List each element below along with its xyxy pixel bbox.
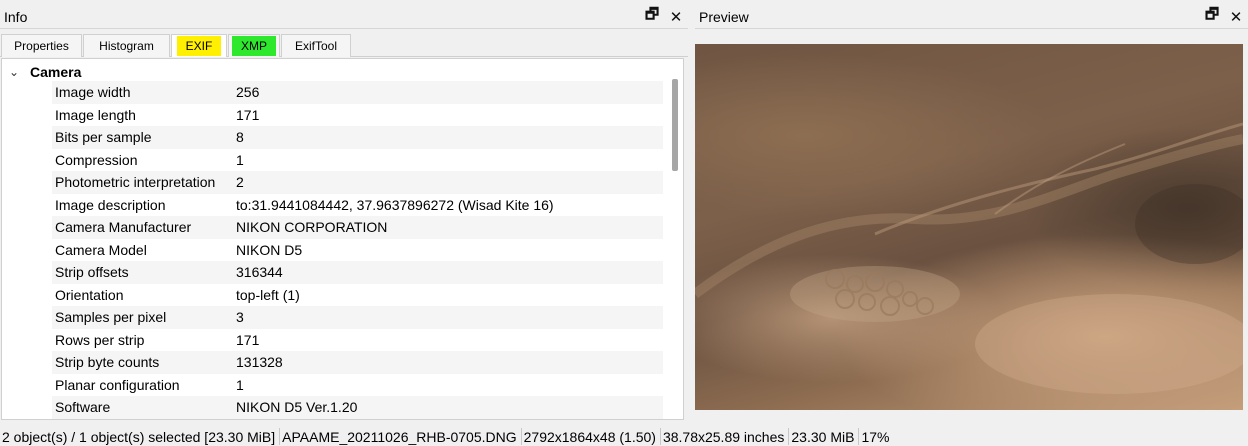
property-value: 171: [236, 331, 260, 348]
status-print-size: 38.78x25.89 inches: [661, 428, 790, 445]
table-row[interactable]: Orientation top-left (1): [52, 284, 663, 307]
tab-label: Histogram: [99, 39, 154, 53]
close-icon[interactable]: ✕: [1224, 6, 1248, 28]
table-row[interactable]: Strip offsets 316344: [52, 261, 663, 284]
table-row[interactable]: Planar configuration 1: [52, 374, 663, 397]
tab-label: Properties: [14, 39, 69, 53]
tab-exiftool[interactable]: ExifTool: [281, 34, 351, 57]
status-file-size: 23.30 MiB: [789, 428, 860, 445]
scrollbar-thumb[interactable]: [672, 79, 678, 171]
info-panel-title: Info: [4, 8, 28, 25]
property-value: 171: [236, 106, 260, 123]
property-value: NIKON D5: [236, 241, 303, 258]
property-key: Strip offsets: [55, 264, 129, 281]
table-row[interactable]: Bits per sample 8: [52, 126, 663, 149]
vertical-scrollbar[interactable]: [669, 59, 683, 419]
property-value: 2: [236, 174, 244, 191]
close-icon[interactable]: ✕: [664, 6, 688, 28]
table-row[interactable]: Camera Manufacturer NIKON CORPORATION: [52, 216, 663, 239]
status-filename: APAAME_20211026_RHB-0705.DNG: [280, 428, 522, 445]
table-row[interactable]: Image description to:31.9441084442, 37.96…: [52, 194, 663, 217]
table-row[interactable]: Strip byte counts 131328: [52, 351, 663, 374]
property-key: Bits per sample: [55, 129, 152, 146]
property-value: 256: [236, 84, 260, 101]
property-value: 131328: [236, 354, 283, 371]
tab-exif[interactable]: EXIF: [171, 34, 227, 57]
status-bar: 2 object(s) / 1 object(s) selected [23.3…: [0, 427, 1248, 446]
group-row-camera[interactable]: ⌄ Camera: [2, 61, 81, 83]
property-value: to:31.9441084442, 37.9637896272 (Wisad K…: [236, 196, 554, 213]
tab-xmp[interactable]: XMP: [228, 34, 280, 57]
tab-label: XMP: [231, 36, 276, 56]
property-key: Camera Model: [55, 241, 147, 258]
preview-image: [695, 44, 1243, 410]
tab-label: EXIF: [176, 36, 222, 56]
property-key: Image description: [55, 196, 166, 213]
table-row[interactable]: Compression 1: [52, 149, 663, 172]
tab-properties[interactable]: Properties: [1, 34, 82, 57]
status-dimensions: 2792x1864x48 (1.50): [522, 428, 661, 445]
table-row[interactable]: Samples per pixel 3: [52, 306, 663, 329]
exif-tree-view[interactable]: ⌄ Camera Image width 256 Image length 171 Bi…: [1, 58, 684, 420]
preview-panel-header: Preview 🗗 ✕: [695, 5, 1248, 29]
aerial-desert-image: [695, 122, 1243, 394]
property-value: 8: [236, 129, 244, 146]
table-row[interactable]: Image length 171: [52, 104, 663, 127]
status-selection: 2 object(s) / 1 object(s) selected [23.3…: [0, 428, 281, 445]
property-key: Orientation: [55, 286, 124, 303]
property-key: Compression: [55, 151, 138, 168]
info-panel-header: Info 🗗 ✕: [0, 5, 688, 29]
property-key: Image length: [55, 106, 136, 123]
property-value: top-left (1): [236, 286, 300, 303]
float-window-icon[interactable]: 🗗: [1200, 6, 1224, 28]
property-value: NIKON CORPORATION: [236, 219, 388, 236]
property-value: 3: [236, 309, 244, 326]
property-key: Image width: [55, 84, 131, 101]
tab-histogram[interactable]: Histogram: [83, 34, 170, 57]
table-row[interactable]: Photometric interpretation 2: [52, 171, 663, 194]
property-value: 316344: [236, 264, 283, 281]
table-row[interactable]: Rows per strip 171: [52, 329, 663, 352]
property-key: Planar configuration: [55, 376, 180, 393]
property-key: Photometric interpretation: [55, 174, 216, 191]
property-value: 1: [236, 151, 244, 168]
property-value: NIKON D5 Ver.1.20: [236, 399, 358, 416]
table-row[interactable]: Image width 256: [52, 81, 663, 104]
property-rows: Image width 256 Image length 171 Bits per sa…: [52, 81, 663, 419]
table-row[interactable]: Software NIKON D5 Ver.1.20: [52, 396, 663, 419]
property-key: Software: [55, 399, 111, 416]
property-value: 1: [236, 376, 244, 393]
info-tab-bar: Properties Histogram EXIF XMP ExifTool: [0, 32, 688, 57]
status-zoom: 17%: [861, 428, 890, 445]
tab-label: ExifTool: [294, 39, 338, 53]
preview-panel-title: Preview: [699, 8, 749, 25]
property-key: Strip byte counts: [55, 354, 160, 371]
property-key: Rows per strip: [55, 331, 145, 348]
property-key: Camera Manufacturer: [55, 219, 192, 236]
chevron-down-icon[interactable]: ⌄: [2, 65, 26, 79]
group-title: Camera: [30, 64, 82, 80]
table-row[interactable]: Camera Model NIKON D5: [52, 239, 663, 262]
float-window-icon[interactable]: 🗗: [640, 6, 664, 28]
property-key: Samples per pixel: [55, 309, 167, 326]
